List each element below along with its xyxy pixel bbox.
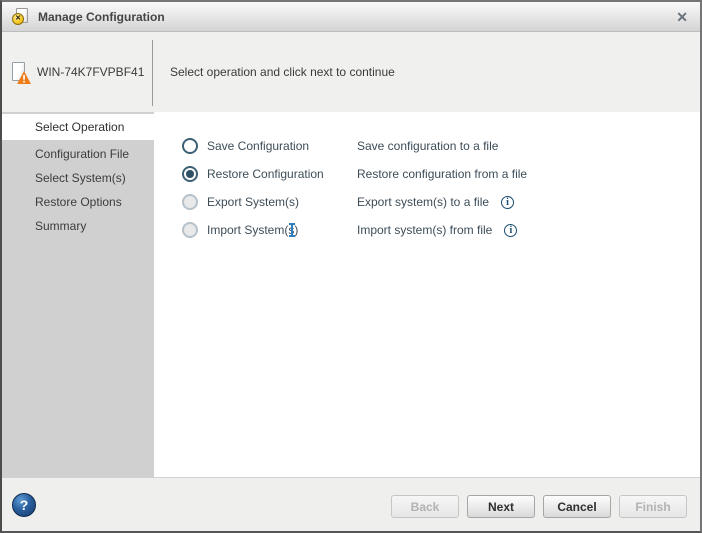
option-label[interactable]: Import System(s) [207,223,357,237]
host-name: WIN-74K7FVPBF41 [37,65,144,79]
radio-import-systems[interactable] [182,222,198,238]
option-description: Save configuration to a file [357,139,498,153]
option-description: Export system(s) to a file [357,195,489,209]
wizard-header: WIN-74K7FVPBF41 Select operation and cli… [2,32,700,112]
manage-configuration-icon: ✕ [12,8,30,25]
info-icon[interactable]: i [504,224,517,237]
step-select-operation[interactable]: Select Operation [2,114,154,140]
option-description: Import system(s) from file [357,223,492,237]
step-restore-options: Restore Options [2,190,154,214]
tools-badge-icon: ✕ [12,13,24,25]
cancel-button[interactable]: Cancel [543,495,611,518]
header-divider [152,40,153,106]
option-label[interactable]: Restore Configuration [207,167,357,181]
info-icon[interactable]: i [501,196,514,209]
step-configuration-file: Configuration File [2,142,154,166]
text-cursor-ibeam [291,223,293,237]
title-bar: ✕ Manage Configuration ✕ [2,2,700,32]
option-description: Restore configuration from a file [357,167,527,181]
wizard-steps: Select Operation Configuration File Sele… [2,112,154,477]
option-save-configuration: Save Configuration Save configuration to… [154,132,700,160]
option-export-systems: Export System(s) Export system(s) to a f… [154,188,700,216]
option-import-systems: Import System(s) Import system(s) from f… [154,216,700,244]
radio-restore-configuration[interactable] [182,166,198,182]
option-label[interactable]: Export System(s) [207,195,357,209]
next-button[interactable]: Next [467,495,535,518]
host-section: WIN-74K7FVPBF41 [2,32,152,112]
option-restore-configuration: Restore Configuration Restore configurat… [154,160,700,188]
back-button[interactable]: Back [391,495,459,518]
radio-save-configuration[interactable] [182,138,198,154]
wizard-instruction: Select operation and click next to conti… [152,32,700,112]
host-warning-icon [12,62,30,83]
step-summary: Summary [2,214,154,238]
option-label[interactable]: Save Configuration [207,139,357,153]
footer-bar: ? Back Next Cancel Finish [2,477,700,531]
help-icon[interactable]: ? [12,493,36,517]
operation-options: Save Configuration Save configuration to… [154,112,700,477]
step-select-systems: Select System(s) [2,166,154,190]
radio-export-systems[interactable] [182,194,198,210]
finish-button[interactable]: Finish [619,495,687,518]
window-title: Manage Configuration [38,10,165,24]
footer-buttons: Back Next Cancel Finish [391,495,687,518]
manage-configuration-dialog: ✕ Manage Configuration ✕ WIN-74K7FVPBF41… [0,0,702,533]
option-label-text: Import System(s) [207,223,298,237]
wizard-body: Select Operation Configuration File Sele… [2,112,700,477]
warning-triangle-icon [17,71,31,84]
close-icon[interactable]: ✕ [676,10,688,24]
